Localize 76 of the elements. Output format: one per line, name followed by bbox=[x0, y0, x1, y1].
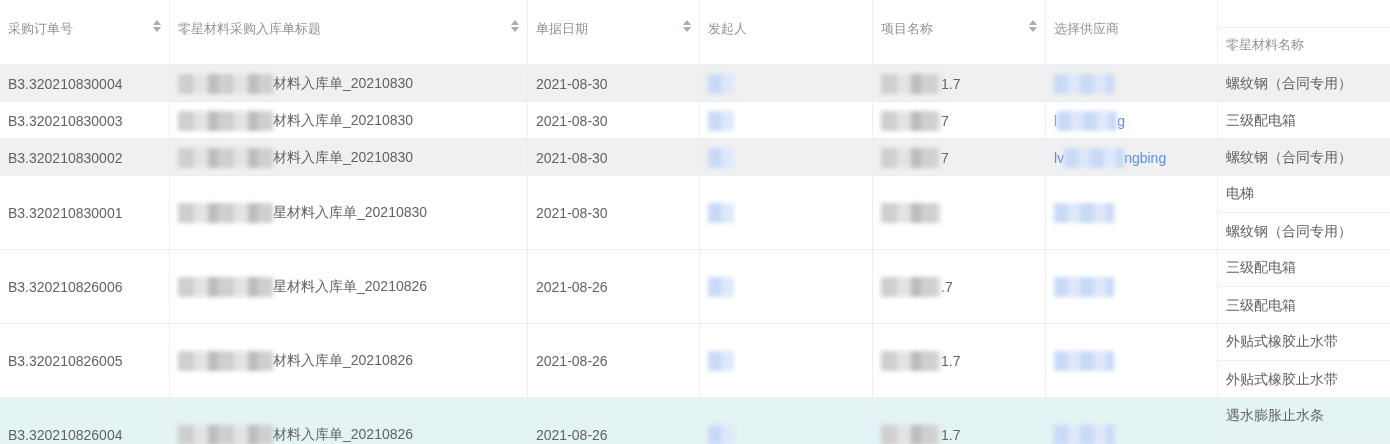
supplier-link[interactable]: g bbox=[1117, 112, 1125, 129]
column-header: 单据日期 bbox=[536, 20, 588, 38]
redaction-blur bbox=[708, 277, 734, 297]
table-row[interactable]: B3.320210830004 材料入库单_20210830 2021-08-30 1.7 螺纹钢（合同专用） bbox=[0, 65, 1390, 102]
sort-icon[interactable] bbox=[1029, 20, 1037, 32]
table-cell: 2021-08-26 bbox=[536, 279, 608, 295]
cell-text: 材料入库单_20210826 bbox=[273, 352, 414, 370]
table-cell: B3.320210826006 bbox=[8, 279, 123, 295]
redaction-blur bbox=[881, 73, 941, 94]
table-cell: 外贴式橡胶止水带 bbox=[1226, 333, 1338, 351]
table-cell: B3.320210830002 bbox=[8, 149, 123, 166]
table-cell: 2021-08-30 bbox=[536, 149, 608, 166]
table-cell: B3.320210830003 bbox=[8, 112, 123, 129]
redaction-blur bbox=[708, 110, 734, 131]
redaction-blur bbox=[1054, 351, 1114, 371]
cell-text: 1.7 bbox=[941, 75, 961, 92]
table-cell: B3.320210826005 bbox=[8, 353, 123, 369]
redaction-blur bbox=[881, 147, 941, 168]
table-cell: 三级配电箱 bbox=[1226, 296, 1296, 315]
redaction-blur bbox=[1054, 73, 1114, 94]
redaction-blur bbox=[881, 351, 941, 371]
table-cell: 2021-08-30 bbox=[536, 75, 608, 92]
redaction-blur bbox=[1057, 110, 1118, 131]
redaction-blur bbox=[708, 147, 734, 168]
table-cell: 2021-08-26 bbox=[536, 427, 608, 443]
sort-icon[interactable] bbox=[153, 20, 161, 32]
cell-text: 1.7 bbox=[941, 427, 961, 443]
cell-text: 7 bbox=[941, 112, 949, 129]
cell-text: 7 bbox=[941, 149, 949, 166]
cell-text: 材料入库单_20210830 bbox=[273, 148, 414, 167]
column-header: 项目名称 bbox=[881, 20, 933, 38]
cell-text: 1.7 bbox=[941, 353, 961, 369]
redaction-blur bbox=[708, 351, 734, 371]
table-cell: B3.320210830004 bbox=[8, 75, 123, 92]
table-row[interactable]: B3.320210830003 材料入库单_20210830 2021-08-30 7 l g 三级配电箱 bbox=[0, 102, 1390, 139]
redaction-blur bbox=[708, 203, 734, 223]
redaction-blur bbox=[1054, 277, 1114, 297]
sort-icon[interactable] bbox=[683, 20, 691, 32]
redaction-blur bbox=[1064, 147, 1125, 168]
table-cell: 螺纹钢（合同专用） bbox=[1226, 148, 1352, 167]
table-cell: B3.320210826004 bbox=[8, 427, 123, 443]
table-cell: 2021-08-30 bbox=[536, 112, 608, 129]
table-row[interactable]: B3.320210826004 材料入库单_20210826 2021-08-26 1.7 遇水膨胀止水条 bbox=[0, 398, 1390, 444]
column-header: 零星材料名称 bbox=[1226, 36, 1304, 54]
redaction-blur bbox=[708, 425, 734, 444]
redaction-blur bbox=[881, 425, 941, 444]
table-cell: 螺纹钢（合同专用） bbox=[1226, 222, 1352, 241]
redaction-blur bbox=[1054, 425, 1114, 444]
table-cell: B3.320210830001 bbox=[8, 205, 123, 221]
table-cell: 三级配电箱 bbox=[1226, 111, 1296, 130]
table-cell: 2021-08-30 bbox=[536, 205, 608, 221]
cell-text: .7 bbox=[941, 279, 953, 295]
table-cell: 电梯 bbox=[1226, 185, 1254, 203]
sort-icon[interactable] bbox=[511, 20, 519, 32]
table-row[interactable]: B3.320210826006 星材料入库单_20210826 2021-08-26 .7 三级配电箱 三级配电箱 bbox=[0, 250, 1390, 324]
table-cell: 外贴式橡胶止水带 bbox=[1226, 370, 1338, 389]
column-header: 发起人 bbox=[708, 20, 747, 38]
cell-text: 星材料入库单_20210826 bbox=[273, 278, 428, 296]
cell-text: 材料入库单_20210830 bbox=[273, 74, 414, 93]
table-cell: 螺纹钢（合同专用） bbox=[1226, 74, 1352, 93]
column-header: 零星材料采购入库单标题 bbox=[178, 20, 321, 38]
table-row[interactable]: B3.320210830001 星材料入库单_20210830 2021-08-30 电梯 螺纹钢（合同专用） bbox=[0, 176, 1390, 250]
redaction-blur bbox=[881, 110, 941, 131]
cell-text: 星材料入库单_20210830 bbox=[273, 204, 428, 222]
redaction-blur bbox=[1054, 203, 1114, 223]
column-header: 选择供应商 bbox=[1054, 20, 1119, 38]
table-row[interactable]: B3.320210826005 材料入库单_20210826 2021-08-26 1.7 外贴式橡胶止水带 外贴式橡胶止水带 bbox=[0, 324, 1390, 398]
cell-text: 材料入库单_20210826 bbox=[273, 426, 414, 444]
table-cell: 2021-08-26 bbox=[536, 353, 608, 369]
table-cell: 三级配电箱 bbox=[1226, 259, 1296, 277]
redaction-blur bbox=[881, 277, 941, 297]
column-header: 采购订单号 bbox=[8, 20, 73, 38]
redaction-blur bbox=[881, 203, 941, 223]
cell-text: 材料入库单_20210830 bbox=[273, 111, 414, 130]
table-cell: 遇水膨胀止水条 bbox=[1226, 407, 1324, 425]
redaction-blur bbox=[708, 73, 734, 94]
